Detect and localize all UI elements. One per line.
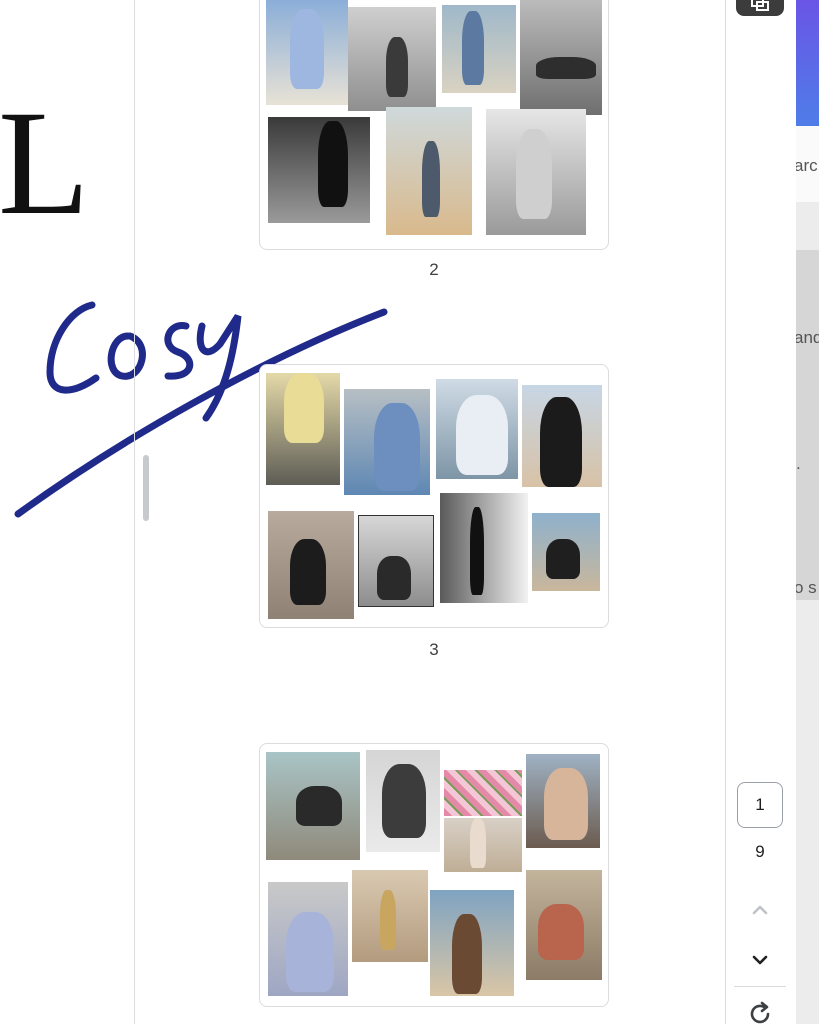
chevron-down-icon[interactable] [748,948,772,972]
current-page-input[interactable]: 1 [737,782,783,828]
page-thumbnail[interactable] [259,364,609,628]
page-thumbnail[interactable] [259,743,609,1007]
collage-photo [444,818,522,872]
collage-photo [436,379,518,479]
collage-photo [526,754,600,848]
page-number-label: 2 [429,260,439,279]
chevron-up-icon[interactable] [748,898,772,922]
tool-separator [734,986,786,987]
collage-photo [268,117,370,223]
collage-photo [520,0,602,115]
background-window: arc and . o s [796,0,819,1024]
background-text: and [796,328,819,347]
collage-photo [386,107,472,235]
collage-photo [526,870,602,980]
collage-photo [348,7,436,111]
background-text: arc [796,156,818,175]
total-pages-label: 9 [755,842,765,861]
page-thumbnail[interactable] [259,0,609,250]
collage-photo [532,513,600,591]
background-text: o s [796,578,817,597]
collage-photo [268,882,348,996]
collage-photo [486,109,586,235]
collage-photo [444,770,522,816]
collage-photo [440,493,528,603]
document-preview: L [0,0,135,1024]
background-search-area: arc [796,126,819,202]
collage-photo [266,373,340,485]
collage-photo [266,0,348,105]
copy-icon [751,0,769,11]
background-banner [796,0,819,126]
collage-photo [344,389,430,495]
collage-photo [268,511,354,619]
page-tool-column: 1 9 [726,0,796,1024]
collage-photo [430,890,514,996]
background-panel: and . o s [796,250,819,600]
collage-photo [358,515,434,607]
document-heading-letter: L [0,80,90,246]
collage-photo [266,752,360,860]
collage-photo [352,870,428,962]
page-number-label: 3 [429,640,439,659]
background-text: . [796,454,801,473]
copy-button[interactable] [736,0,784,16]
thumbnail-panel: 2 3 [135,0,726,1024]
collage-photo [442,5,516,93]
collage-photo [366,750,440,852]
collage-photo [522,385,602,487]
